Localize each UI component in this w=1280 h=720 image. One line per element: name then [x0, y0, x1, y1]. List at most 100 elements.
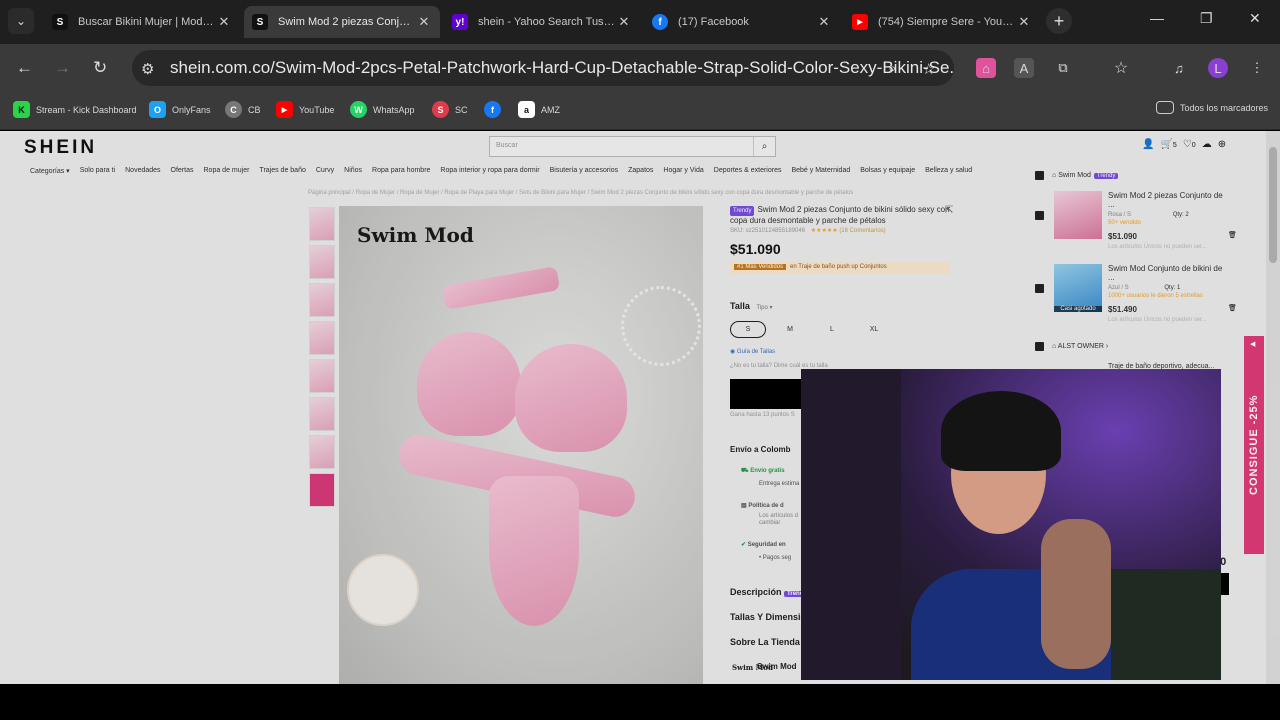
- extensions-puzzle-icon[interactable]: ⧉: [1053, 58, 1073, 78]
- size-option[interactable]: M: [772, 321, 808, 338]
- tab-shein-search[interactable]: S Buscar Bikini Mujer | Moda Bikini ✕: [44, 6, 240, 38]
- checkbox-icon[interactable]: [1035, 284, 1044, 293]
- close-icon[interactable]: ✕: [1016, 14, 1032, 30]
- promo-arrow-icon[interactable]: ◀: [1250, 340, 1255, 348]
- nav-item[interactable]: Hogar y Vida: [663, 167, 703, 175]
- scrollbar-thumb[interactable]: [1269, 147, 1277, 263]
- close-icon[interactable]: ✕: [816, 14, 832, 30]
- size-option[interactable]: XL: [856, 321, 892, 338]
- bookmark-kick[interactable]: K Stream - Kick Dashboard: [13, 101, 137, 118]
- nav-item[interactable]: Ropa para hombre: [372, 167, 430, 175]
- delete-icon[interactable]: 🗑: [1228, 304, 1237, 323]
- size-option[interactable]: S: [730, 321, 766, 338]
- reload-icon[interactable]: ↻: [93, 58, 107, 78]
- sizes-dimensions-section[interactable]: Tallas Y Dimensio: [730, 612, 806, 622]
- best-seller-badge[interactable]: #1 Más Vendidos en Traje de baño push up …: [730, 262, 950, 274]
- product-thumbnail[interactable]: [309, 245, 335, 279]
- bookmarks-star-icon[interactable]: ☆: [1111, 58, 1131, 78]
- site-info-icon[interactable]: ⚙: [141, 60, 154, 78]
- security-label[interactable]: ✔ Seguridad en: [741, 541, 786, 548]
- bookmark-amz[interactable]: a AMZ: [518, 101, 560, 118]
- return-policy[interactable]: ▤ Política de d: [741, 502, 784, 509]
- nav-item[interactable]: Niños: [344, 167, 362, 175]
- tab-facebook[interactable]: f (17) Facebook ✕: [644, 6, 840, 38]
- nav-item[interactable]: Bolsas y equipaje: [860, 167, 915, 175]
- nav-item[interactable]: Novedades: [125, 167, 160, 175]
- delete-icon[interactable]: 🗑: [1228, 231, 1237, 250]
- forward-icon[interactable]: →: [54, 58, 71, 78]
- zoom-icon[interactable]: ⌕: [888, 60, 896, 77]
- size-option[interactable]: L: [814, 321, 850, 338]
- nav-item[interactable]: Ofertas: [171, 167, 194, 175]
- nav-item[interactable]: Trajes de baño: [259, 167, 305, 175]
- tab-search-button[interactable]: ⌄: [8, 8, 34, 34]
- checkbox-icon[interactable]: [1035, 211, 1044, 220]
- minimize-icon[interactable]: —: [1150, 10, 1164, 26]
- cart-item[interactable]: Casi agotado Swim Mod Conjunto de bikini…: [1035, 264, 1237, 323]
- close-icon[interactable]: ✕: [416, 14, 432, 30]
- user-icon[interactable]: 👤: [1142, 139, 1154, 150]
- cart-icon[interactable]: 🛒5: [1160, 139, 1176, 150]
- back-icon[interactable]: ←: [16, 58, 33, 78]
- product-thumbnail[interactable]: [309, 283, 335, 317]
- bookmark-onlyfans[interactable]: O OnlyFans: [149, 101, 211, 118]
- profile-avatar[interactable]: L: [1208, 58, 1228, 78]
- nav-item[interactable]: Bisutería y accesorios: [550, 167, 618, 175]
- side-store-header[interactable]: ⌂ ALST OWNER ›: [1035, 342, 1108, 351]
- tab-swim-mod[interactable]: S Swim Mod 2 piezas Conjunto de ✕: [244, 6, 440, 38]
- product-main-image[interactable]: Swim Mod: [339, 206, 703, 684]
- all-bookmarks-folder[interactable]: Todos los marcadores: [1156, 101, 1268, 114]
- tab-yahoo[interactable]: y! shein - Yahoo Search Tus resulta ✕: [444, 6, 640, 38]
- menu-kebab-icon[interactable]: ⋮: [1247, 58, 1267, 78]
- promo-side-tab[interactable]: CONSIGUE -25%: [1244, 336, 1264, 554]
- product-thumbnail[interactable]: [309, 321, 335, 355]
- checkbox-icon[interactable]: [1035, 342, 1044, 351]
- page-scrollbar[interactable]: [1266, 131, 1280, 684]
- extension-photo-icon[interactable]: ⌂: [976, 58, 996, 78]
- quantity-select[interactable]: Qty: 2: [1173, 212, 1189, 218]
- nav-item[interactable]: Belleza y salud: [925, 167, 972, 175]
- quantity-select[interactable]: Qty: 1: [1164, 285, 1180, 291]
- nav-item[interactable]: Deportes & exteriores: [714, 167, 782, 175]
- product-thumbnail[interactable]: [309, 359, 335, 393]
- search-input[interactable]: Buscar ⌕: [489, 136, 776, 157]
- size-type-dropdown[interactable]: Tipo ▾: [756, 305, 772, 311]
- bookmark-sc[interactable]: S SC: [432, 101, 468, 118]
- media-control-icon[interactable]: ♫: [1169, 58, 1189, 78]
- share-icon[interactable]: ⇱: [945, 205, 953, 216]
- product-thumbnail[interactable]: [309, 397, 335, 431]
- nav-item[interactable]: Ropa interior y ropa para dormir: [440, 167, 539, 175]
- add-to-cart-button[interactable]: [730, 379, 805, 409]
- nav-item[interactable]: Curvy: [316, 167, 334, 175]
- address-bar[interactable]: shein.com.co/Swim-Mod-2pcs-Petal-Patchwo…: [132, 50, 954, 86]
- new-tab-button[interactable]: +: [1046, 8, 1072, 34]
- cart-item[interactable]: Swim Mod 2 piezas Conjunto de ... Rosa /…: [1035, 191, 1237, 250]
- tab-youtube[interactable]: ▶ (754) Siempre Sere - YouTube ✕: [844, 6, 1040, 38]
- breadcrumb[interactable]: Página principal / Ropa de Mujer / Ropa …: [308, 190, 853, 196]
- bookmark-cb[interactable]: C CB: [225, 101, 261, 118]
- nav-item[interactable]: Zapatos: [628, 167, 653, 175]
- store-name[interactable]: Swim Mod: [757, 662, 797, 671]
- nav-item[interactable]: Bebé y Maternidad: [791, 167, 850, 175]
- close-icon[interactable]: ✕: [616, 14, 632, 30]
- cart-item-image[interactable]: [1054, 191, 1102, 239]
- nav-item[interactable]: Solo para ti: [80, 167, 115, 175]
- bookmark-facebook[interactable]: f: [484, 101, 507, 118]
- cart-item-image[interactable]: Casi agotado: [1054, 264, 1102, 312]
- search-icon[interactable]: ⌕: [753, 137, 775, 156]
- review-count[interactable]: (16 Comentarios): [839, 228, 885, 234]
- product-thumbnail[interactable]: [309, 207, 335, 241]
- close-icon[interactable]: ✕: [216, 14, 232, 30]
- nav-item[interactable]: Categorías ▾: [30, 167, 70, 175]
- shipping-destination[interactable]: Envío a Colomb: [730, 445, 790, 454]
- bookmark-youtube[interactable]: ▶ YouTube: [276, 101, 334, 118]
- wishlist-icon[interactable]: ♡0: [1183, 139, 1196, 150]
- shein-logo[interactable]: SHEIN: [24, 137, 97, 159]
- checkbox-icon[interactable]: [1035, 171, 1044, 180]
- side-store-header[interactable]: ⌂ Swim Mod Trendy: [1035, 171, 1121, 180]
- size-guide-link[interactable]: ◉ Guía de Tallas: [730, 348, 775, 355]
- nav-item[interactable]: Ropa de mujer: [204, 167, 250, 175]
- globe-icon[interactable]: ⊕: [1218, 139, 1226, 150]
- bookmark-whatsapp[interactable]: W WhatsApp: [350, 101, 415, 118]
- window-close-icon[interactable]: ✕: [1249, 10, 1261, 27]
